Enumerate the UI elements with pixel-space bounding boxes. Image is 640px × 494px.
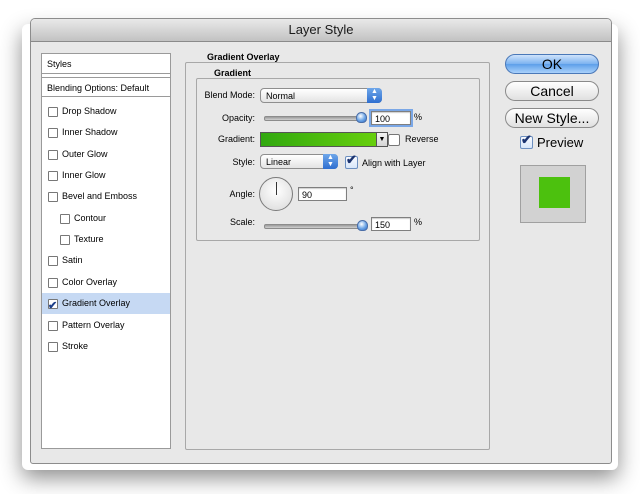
style-item-contour[interactable]: Contour — [42, 208, 170, 229]
style-item-label: Drop Shadow — [62, 106, 117, 116]
opacity-slider[interactable] — [264, 116, 366, 121]
style-item-label: Bevel and Emboss — [62, 191, 138, 202]
opacity-unit: % — [414, 112, 423, 122]
scale-slider[interactable] — [264, 224, 366, 229]
style-item-label: Color Overlay — [62, 276, 118, 287]
style-item-inner-glow[interactable]: Inner Glow — [42, 165, 170, 186]
new-style-button[interactable]: New Style... — [505, 108, 599, 128]
window-title: Layer Style — [288, 22, 354, 37]
section-subtitle: Gradient — [212, 68, 254, 78]
preview-checkbox[interactable]: ✔ — [520, 132, 533, 149]
title-bar[interactable]: Layer Style — [31, 19, 611, 42]
style-checkbox[interactable] — [60, 213, 70, 224]
angle-field[interactable]: 90 — [298, 187, 347, 201]
style-item-label: Satin — [62, 255, 83, 266]
scale-field[interactable]: 150 — [371, 217, 411, 231]
style-checkbox[interactable] — [48, 107, 58, 117]
style-checkbox[interactable] — [48, 277, 58, 288]
gradient-dropdown-arrow-icon[interactable]: ▼ — [377, 132, 388, 147]
opacity-slider-thumb[interactable] — [356, 112, 367, 123]
section-title: Gradient Overlay — [205, 52, 282, 62]
gradient-swatch[interactable] — [260, 132, 377, 147]
ok-button[interactable]: OK — [505, 54, 599, 74]
angle-unit: ° — [350, 185, 354, 195]
style-item-label: Inner Glow — [62, 170, 106, 181]
align-with-layer-label: Align with Layer — [362, 158, 426, 168]
align-with-layer-checkbox[interactable]: ✔ — [345, 152, 358, 169]
style-checkbox[interactable] — [48, 171, 58, 182]
style-item-satin[interactable]: Satin — [42, 250, 170, 271]
scale-slider-thumb[interactable] — [357, 220, 368, 231]
checkmark-icon: ✔ — [346, 152, 357, 167]
style-item-label: Contour — [74, 212, 107, 223]
style-checkbox[interactable] — [48, 128, 58, 139]
checkmark-icon: ✔ — [521, 132, 532, 147]
style-checkbox[interactable] — [48, 341, 58, 352]
layer-style-dialog: Layer Style Styles Blending Options: Def… — [30, 18, 612, 464]
style-item-inner-shadow[interactable]: Inner Shadow — [42, 122, 170, 143]
style-item-pattern-overlay[interactable]: Pattern Overlay — [42, 315, 170, 336]
style-checkbox[interactable] — [48, 256, 58, 267]
style-item-stroke[interactable]: Stroke — [42, 336, 170, 357]
style-checkbox[interactable] — [48, 320, 58, 331]
blend-mode-value: Normal — [266, 91, 296, 101]
angle-needle-icon — [276, 182, 277, 195]
style-checkbox[interactable] — [48, 149, 58, 160]
angle-label: Angle: — [229, 189, 255, 199]
style-item-label: Stroke — [62, 340, 89, 351]
style-checkbox[interactable]: ✔ — [48, 299, 58, 312]
style-item-color-overlay[interactable]: Color Overlay — [42, 272, 170, 293]
style-value: Linear — [266, 157, 292, 167]
style-item-label: Gradient Overlay — [62, 298, 131, 309]
style-checkbox[interactable] — [48, 192, 58, 203]
style-item-drop-shadow[interactable]: Drop Shadow — [42, 101, 170, 122]
style-item-outer-glow[interactable]: Outer Glow — [42, 144, 170, 165]
updown-arrows-icon: ▲ ▼ — [367, 88, 382, 103]
style-item-label: Outer Glow — [62, 148, 108, 159]
updown-arrows-icon: ▲ ▼ — [323, 154, 338, 169]
opacity-field[interactable]: 100 — [369, 109, 413, 127]
opacity-label: Opacity: — [221, 113, 255, 123]
style-select[interactable]: Linear ▲ ▼ — [260, 154, 338, 169]
scale-label: Scale: — [229, 217, 255, 227]
style-item-texture[interactable]: Texture — [42, 229, 170, 250]
preview-label: Preview — [537, 135, 584, 150]
scale-unit: % — [414, 217, 423, 227]
style-item-label: Texture — [74, 234, 104, 245]
blend-mode-select[interactable]: Normal ▲ ▼ — [260, 88, 382, 103]
blend-mode-label: Blend Mode: — [204, 90, 255, 100]
style-checkbox[interactable] — [60, 235, 70, 246]
cancel-button[interactable]: Cancel — [505, 81, 599, 101]
style-item-label: Inner Shadow — [62, 127, 118, 138]
reverse-label: Reverse — [405, 134, 439, 144]
preview-swatch — [539, 177, 570, 208]
preview-thumbnail — [520, 165, 586, 223]
style-label: Style: — [232, 157, 255, 167]
style-item-gradient-overlay[interactable]: ✔ Gradient Overlay — [42, 293, 170, 315]
gradient-label: Gradient: — [217, 134, 255, 144]
styles-list: Styles Blending Options: Default Drop Sh… — [41, 53, 171, 449]
angle-dial[interactable] — [259, 177, 293, 211]
style-item-label: Pattern Overlay — [62, 319, 125, 330]
blending-options-item[interactable]: Blending Options: Default — [42, 77, 170, 97]
reverse-checkbox[interactable] — [388, 134, 400, 146]
styles-header[interactable]: Styles — [42, 54, 170, 74]
style-item-bevel-and-emboss[interactable]: Bevel and Emboss — [42, 186, 170, 207]
